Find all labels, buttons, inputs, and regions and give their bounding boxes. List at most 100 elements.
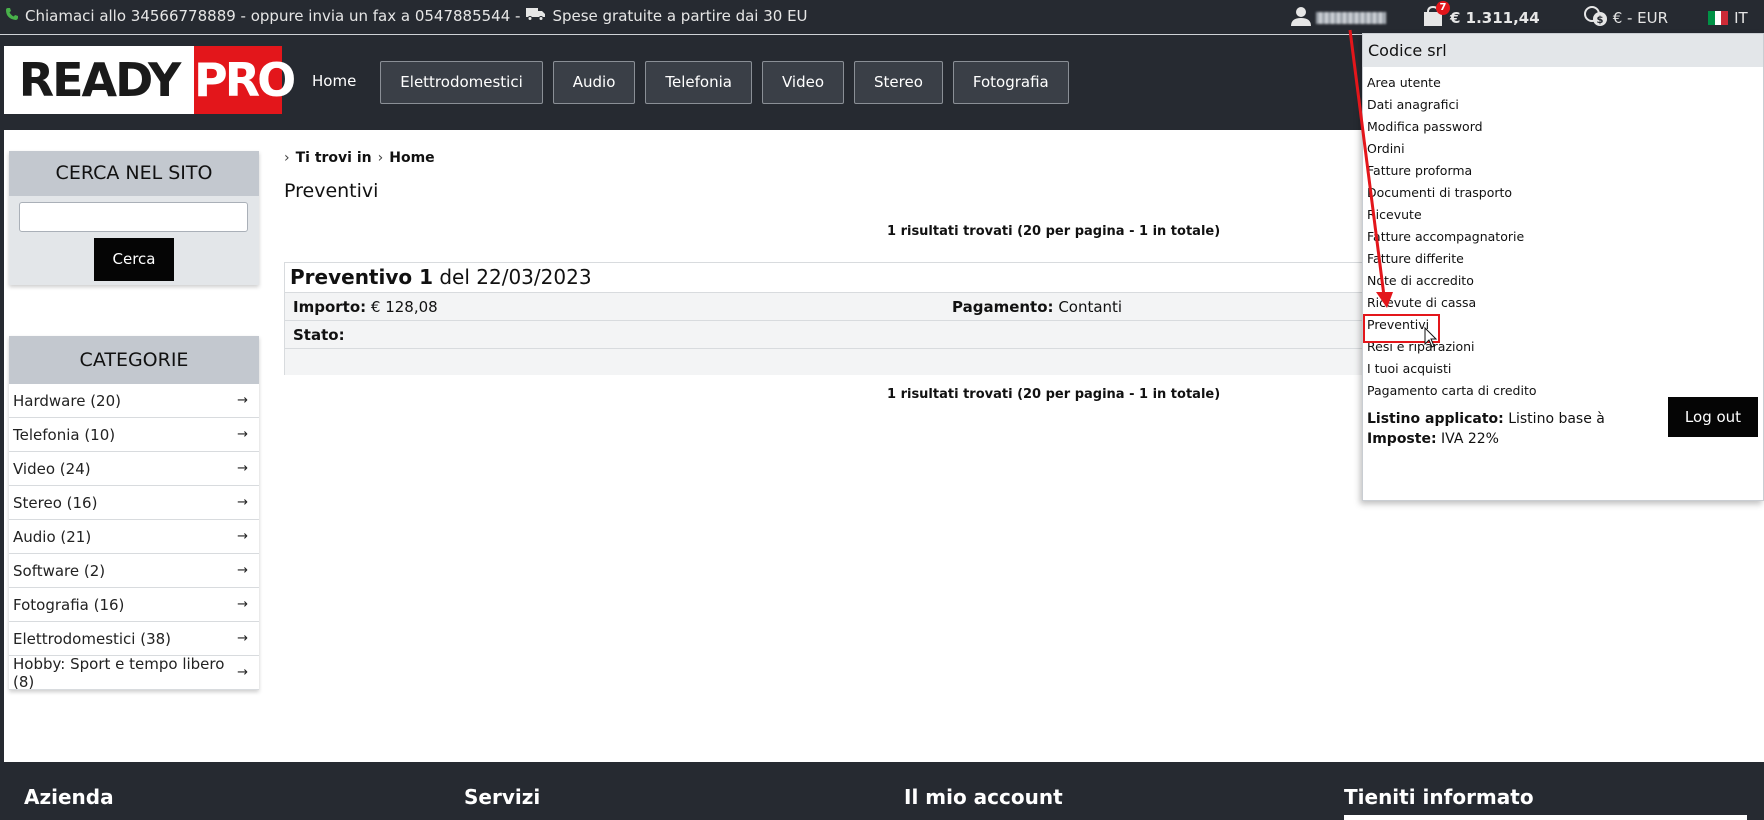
- imposte-value: IVA 22%: [1441, 431, 1499, 447]
- menu-item-ordini[interactable]: Ordini: [1363, 138, 1763, 160]
- menu-item-preventivi[interactable]: Preventivi: [1363, 314, 1763, 343]
- menu-item-modifica-password[interactable]: Modifica password: [1363, 116, 1763, 138]
- results-count-bottom: 1 risultati trovati (20 per pagina - 1 i…: [887, 387, 1221, 402]
- arrow-right-icon: →: [237, 427, 248, 442]
- menu-item-fatture-proforma[interactable]: Fatture proforma: [1363, 160, 1763, 182]
- nav-home[interactable]: Home: [298, 61, 370, 104]
- quote-date: del 22/03/2023: [439, 265, 592, 289]
- phone-icon: [5, 7, 19, 25]
- currency-label: € - EUR: [1612, 9, 1669, 27]
- category-item[interactable]: Stereo (16) →: [9, 486, 259, 520]
- category-item[interactable]: Telefonia (10) →: [9, 418, 259, 452]
- category-item[interactable]: Audio (21) →: [9, 520, 259, 554]
- contact-text: Chiamaci allo 34566778889 - oppure invia…: [25, 7, 521, 25]
- search-input[interactable]: [19, 202, 248, 232]
- amount-value: € 128,08: [370, 298, 438, 316]
- category-label: Stereo (16): [13, 493, 98, 512]
- svg-text:$: $: [1596, 15, 1603, 26]
- contact-info: Chiamaci allo 34566778889 - oppure invia…: [5, 7, 808, 25]
- menu-item-documenti-trasporto[interactable]: Documenti di trasporto: [1363, 182, 1763, 204]
- nav-audio[interactable]: Audio: [552, 61, 636, 104]
- payment-cell: Pagamento: Contanti: [952, 293, 1122, 321]
- menu-item-note-accredito[interactable]: Note di accredito: [1363, 270, 1763, 292]
- quote-header: Preventivo 1 del 22/03/2023: [285, 263, 1363, 292]
- arrow-right-icon: →: [237, 665, 248, 680]
- arrow-right-icon: →: [237, 563, 248, 578]
- currency-exchange-icon: $: [1583, 5, 1608, 31]
- category-item[interactable]: Hardware (20) →: [9, 384, 259, 418]
- listino-label: Listino applicato:: [1367, 411, 1504, 427]
- category-label: Hobby: Sport e tempo libero (8): [13, 654, 225, 691]
- cart-button[interactable]: 7 € 1.311,44: [1422, 1, 1540, 31]
- categories-title: CATEGORIE: [9, 336, 259, 384]
- quote-name-link[interactable]: Preventivo 1: [290, 265, 433, 289]
- quote-empty-row: [285, 348, 1363, 375]
- arrow-right-icon: →: [237, 529, 248, 544]
- category-label: Elettrodomestici (38): [13, 629, 172, 648]
- logout-button[interactable]: Log out: [1668, 397, 1758, 437]
- results-count-top: 1 risultati trovati (20 per pagina - 1 i…: [887, 224, 1221, 239]
- dropdown-menu-list: Area utente Dati anagrafici Modifica pas…: [1363, 67, 1763, 402]
- breadcrumb-home-link[interactable]: Home: [389, 150, 434, 166]
- status-label: Stato:: [293, 326, 345, 344]
- arrow-right-icon: →: [237, 461, 248, 476]
- search-panel: CERCA NEL SITO Cerca: [9, 151, 259, 285]
- newsletter-input[interactable]: [1344, 815, 1747, 820]
- search-panel-title: CERCA NEL SITO: [9, 151, 259, 196]
- main-nav: Home Elettrodomestici Audio Telefonia Vi…: [298, 61, 1069, 104]
- menu-item-fatture-differite[interactable]: Fatture differite: [1363, 248, 1763, 270]
- footer-servizi: Servizi: [464, 785, 541, 809]
- payment-value: Contanti: [1058, 298, 1123, 316]
- menu-item-ricevute-cassa[interactable]: Ricevute di cassa: [1363, 292, 1763, 314]
- italy-flag-icon: [1708, 11, 1729, 25]
- listino-value: Listino base à: [1508, 411, 1605, 427]
- footer-tieniti-informato: Tieniti informato: [1344, 785, 1534, 809]
- site-footer: Azienda Servizi Il mio account Tieniti i…: [4, 762, 1764, 820]
- category-item[interactable]: Video (24) →: [9, 452, 259, 486]
- categories-panel: CATEGORIE Hardware (20) → Telefonia (10) →…: [9, 336, 259, 691]
- top-bar-right: 7 € 1.311,44 $ € - EUR IT: [1290, 1, 1748, 32]
- quote-status-row: Stato:: [285, 320, 1363, 348]
- logo-pro: PRO: [194, 46, 296, 114]
- category-item[interactable]: Software (2) →: [9, 554, 259, 588]
- category-label: Software (2): [13, 561, 106, 580]
- top-bar: Chiamaci allo 34566778889 - oppure invia…: [0, 0, 1764, 35]
- category-item[interactable]: Elettrodomestici (38) →: [9, 622, 259, 656]
- nav-telefonia[interactable]: Telefonia: [645, 61, 752, 104]
- footer-azienda: Azienda: [24, 785, 114, 809]
- dropdown-company-name: Codice srl: [1363, 34, 1763, 67]
- category-item[interactable]: Hobby: Sport e tempo libero (8) →: [9, 654, 259, 691]
- cart-count-badge: 7: [1436, 1, 1450, 15]
- menu-item-tuoi-acquisti[interactable]: I tuoi acquisti: [1363, 358, 1763, 380]
- menu-item-area-utente[interactable]: Area utente: [1363, 72, 1763, 94]
- menu-item-ricevute[interactable]: Ricevute: [1363, 204, 1763, 226]
- category-label: Hardware (20): [13, 391, 121, 410]
- truck-icon: [526, 7, 546, 25]
- arrow-right-icon: →: [237, 597, 248, 612]
- quote-details-row: Importo: € 128,08 Pagamento: Contanti: [285, 292, 1363, 320]
- site-logo[interactable]: READY PRO: [4, 46, 296, 114]
- menu-item-fatture-accompagnatorie[interactable]: Fatture accompagnatorie: [1363, 226, 1763, 248]
- nav-fotografia[interactable]: Fotografia: [952, 61, 1069, 104]
- nav-elettrodomestici[interactable]: Elettrodomestici: [380, 61, 543, 104]
- shipping-text: Spese gratuite a partire dai 30 EU: [552, 7, 808, 25]
- arrow-right-icon: →: [237, 631, 248, 646]
- nav-stereo[interactable]: Stereo: [854, 61, 943, 104]
- language-selector[interactable]: IT: [1708, 9, 1748, 27]
- category-label: Audio (21): [13, 527, 92, 546]
- page-title: Preventivi: [284, 180, 379, 202]
- nav-video[interactable]: Video: [761, 61, 844, 104]
- category-label: Fotografia (16): [13, 595, 125, 614]
- user-icon[interactable]: [1290, 5, 1312, 31]
- category-label: Telefonia (10): [13, 425, 116, 444]
- user-name-redacted[interactable]: [1316, 12, 1386, 24]
- cart-total: € 1.311,44: [1450, 9, 1540, 27]
- search-button[interactable]: Cerca: [94, 238, 174, 281]
- currency-selector[interactable]: $ € - EUR: [1583, 5, 1669, 31]
- amount-label: Importo:: [293, 298, 367, 316]
- menu-item-dati-anagrafici[interactable]: Dati anagrafici: [1363, 94, 1763, 116]
- footer-mio-account: Il mio account: [904, 785, 1063, 809]
- category-item[interactable]: Fotografia (16) →: [9, 588, 259, 622]
- breadcrumb-prefix: Ti trovi in: [295, 150, 372, 166]
- chevron-right-icon: ›: [284, 150, 290, 166]
